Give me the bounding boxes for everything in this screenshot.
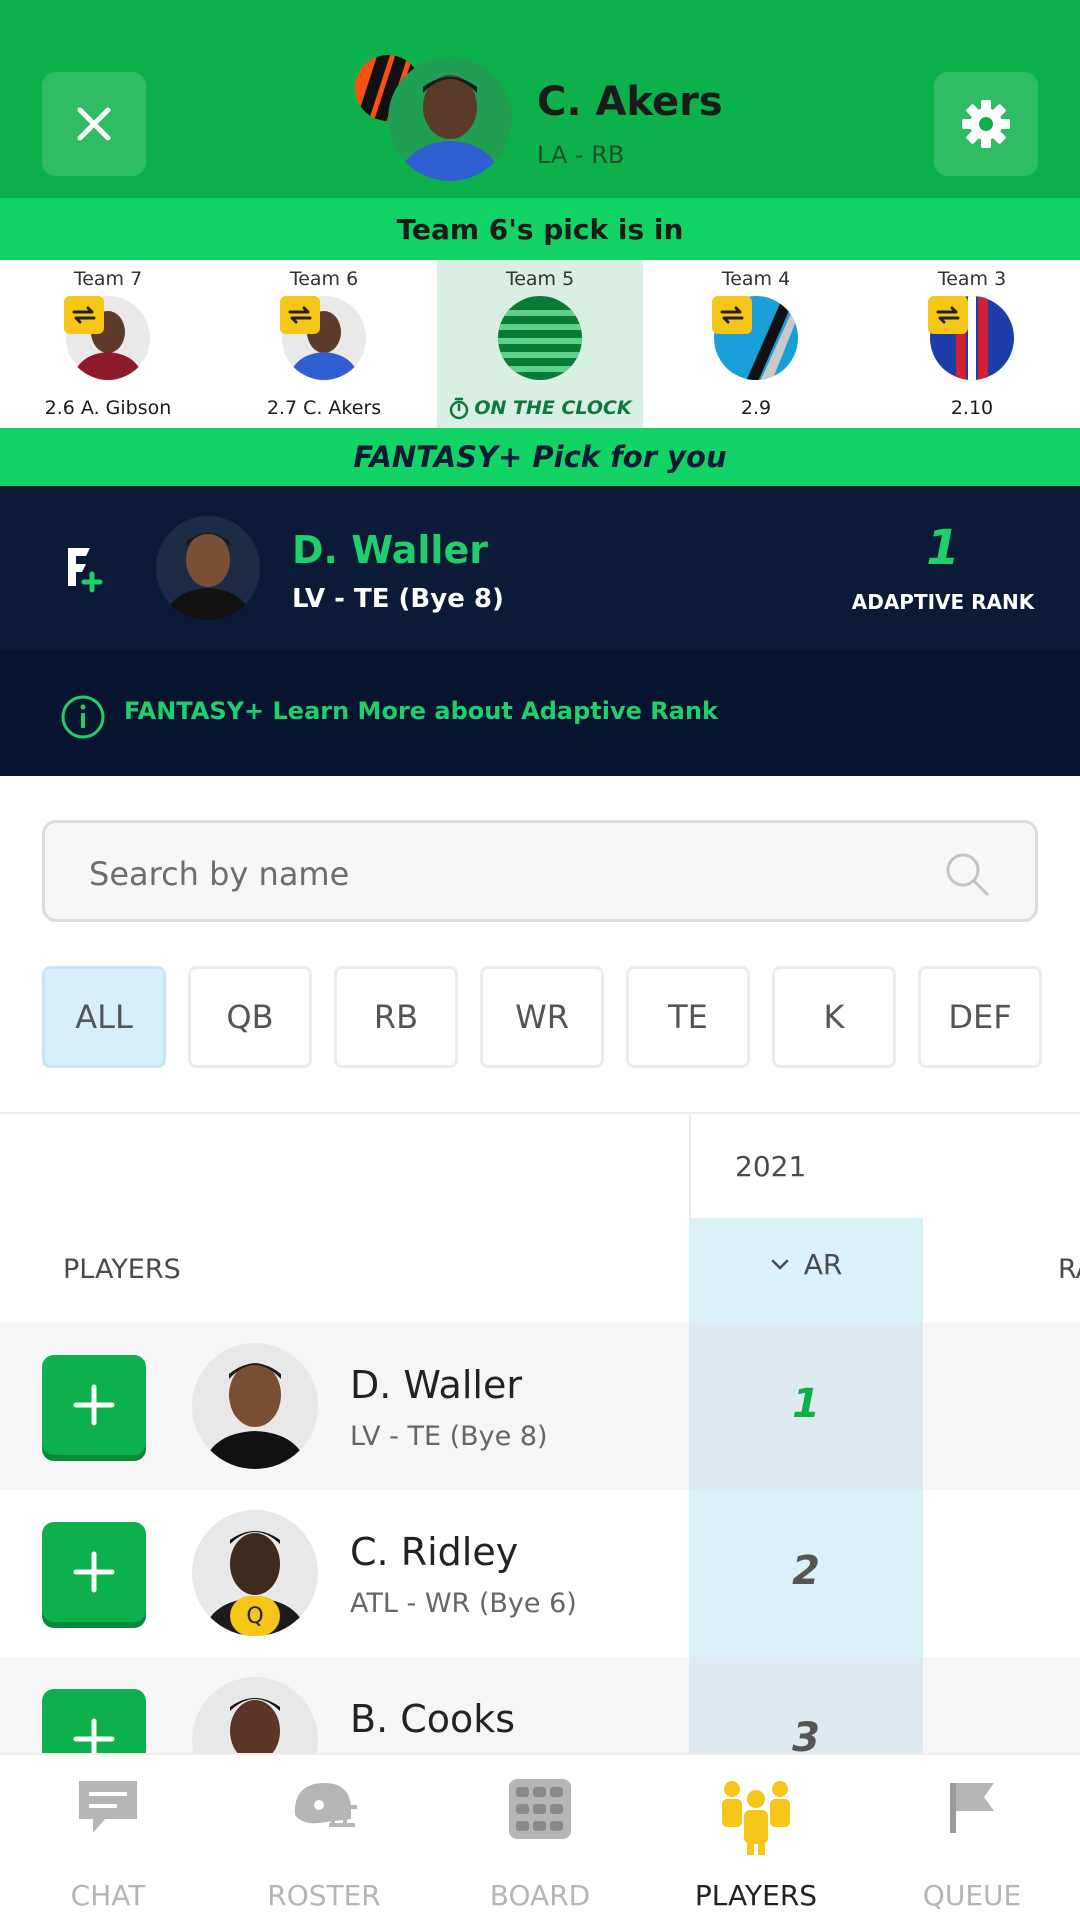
filter-wr[interactable]: WR <box>480 966 604 1068</box>
gear-icon <box>962 100 1010 148</box>
player-name: C. Ridley <box>350 1530 519 1574</box>
table-row[interactable]: B. Cooks 3 <box>0 1657 1080 1753</box>
last-pick-player: C. Akers LA - RB <box>355 55 723 185</box>
filter-te[interactable]: TE <box>626 966 750 1068</box>
questionable-badge: Q <box>230 1596 280 1636</box>
players-icon <box>716 1777 796 1861</box>
player-team-position: LA - RB <box>537 141 625 169</box>
nav-label: PLAYERS <box>694 1879 818 1912</box>
nav-label: ROSTER <box>267 1879 381 1912</box>
nav-queue[interactable]: QUEUE <box>864 1755 1080 1920</box>
draft-player-button[interactable] <box>42 1689 146 1753</box>
player-name: B. Cooks <box>350 1697 516 1741</box>
plus-icon <box>73 1718 115 1753</box>
fantasy-plus-logo-icon <box>64 544 108 598</box>
chevron-down-icon <box>771 1259 788 1270</box>
bottom-nav: CHAT ROSTER BOARD PLAYERS QUEUE <box>0 1753 1080 1920</box>
recommended-pick-card[interactable]: D. Waller LV - TE (Bye 8) 1 ADAPTIVE RAN… <box>0 486 1080 650</box>
player-team-position: ATL - WR (Bye 6) <box>350 1588 577 1619</box>
close-icon <box>77 107 111 141</box>
draft-slot-team-3[interactable]: Team 3 2.10 <box>864 260 1080 428</box>
player-name: D. Waller <box>350 1363 522 1407</box>
plus-icon <box>73 1384 115 1426</box>
draft-player-button[interactable] <box>42 1522 146 1622</box>
trade-icon <box>64 296 104 334</box>
fantasy-plus-banner: FANTASY+ Pick for you <box>0 428 1080 486</box>
slot-pick-label: 2.6 A. Gibson <box>44 397 172 419</box>
nav-label: BOARD <box>489 1879 591 1912</box>
stopwatch-icon <box>450 397 469 420</box>
learn-more-link[interactable]: FANTASY+ Learn More about Adaptive Rank <box>0 650 1080 776</box>
slot-pick-label: 2.7 C. Akers <box>266 397 382 419</box>
player-adaptive-rank: 3 <box>792 1715 820 1753</box>
ar-column-header[interactable]: AR <box>689 1248 923 1281</box>
close-button[interactable] <box>42 72 146 176</box>
learn-more-label: FANTASY+ Learn More about Adaptive Rank <box>124 697 718 725</box>
slot-pick-label: 2.9 <box>740 397 772 419</box>
info-icon <box>60 694 106 744</box>
on-the-clock-label: ON THE CLOCK <box>474 397 632 419</box>
ar-column-label: AR <box>803 1248 843 1281</box>
plus-icon <box>73 1551 115 1593</box>
filter-qb[interactable]: QB <box>188 966 312 1068</box>
adaptive-rank-label: ADAPTIVE RANK <box>851 590 1035 614</box>
table-row[interactable]: D. Waller LV - TE (Bye 8) 1 <box>0 1323 1080 1490</box>
recommended-player-team-position: LV - TE (Bye 8) <box>292 584 504 614</box>
search-input[interactable]: Search by name <box>42 820 1038 922</box>
board-icon <box>507 1777 573 1845</box>
nav-label: QUEUE <box>922 1879 1022 1912</box>
slot-team-name: Team 3 <box>937 268 1007 290</box>
player-name: C. Akers <box>537 79 723 125</box>
nav-chat[interactable]: CHAT <box>0 1755 216 1920</box>
filter-all[interactable]: ALL <box>42 966 166 1068</box>
filter-k[interactable]: K <box>772 966 896 1068</box>
recommended-player-name: D. Waller <box>292 528 488 572</box>
player-adaptive-rank: 1 <box>792 1381 820 1427</box>
player-adaptive-rank: 2 <box>792 1548 820 1594</box>
filter-rb[interactable]: RB <box>334 966 458 1068</box>
pick-status-banner: Team 6's pick is in <box>0 198 1080 260</box>
chat-icon <box>75 1777 141 1841</box>
slot-team-name: Team 5 <box>505 268 575 290</box>
settings-button[interactable] <box>934 72 1038 176</box>
player-team-position: LV - TE (Bye 8) <box>350 1421 548 1452</box>
flag-icon <box>942 1777 1002 1841</box>
nav-roster[interactable]: ROSTER <box>216 1755 432 1920</box>
table-row[interactable]: Q C. Ridley ATL - WR (Bye 6) 2 <box>0 1490 1080 1657</box>
filter-def[interactable]: DEF <box>918 966 1042 1068</box>
position-filter-bar: ALL QB RB WR TE K DEF <box>42 966 1042 1068</box>
season-label: 2021 <box>735 1150 807 1183</box>
next-column-header[interactable]: RA <box>1058 1254 1080 1285</box>
draft-player-button[interactable] <box>42 1355 146 1455</box>
slot-team-name: Team 4 <box>721 268 791 290</box>
player-avatar <box>192 1677 318 1753</box>
nav-label: CHAT <box>70 1879 146 1912</box>
nav-players[interactable]: PLAYERS <box>648 1755 864 1920</box>
on-the-clock-status: ON THE CLOCK <box>437 396 643 420</box>
search-placeholder: Search by name <box>89 855 350 893</box>
trade-icon <box>712 296 752 334</box>
season-column-group: 2021 <box>689 1114 923 1218</box>
draft-header: C. Akers LA - RB <box>0 0 1080 198</box>
draft-slot-team-6[interactable]: Team 6 2.7 C. Akers <box>216 260 432 428</box>
trade-icon <box>280 296 320 334</box>
player-avatar <box>388 57 512 181</box>
trade-icon <box>928 296 968 334</box>
search-icon[interactable] <box>943 850 991 902</box>
player-avatar <box>192 1343 318 1469</box>
nav-board[interactable]: BOARD <box>432 1755 648 1920</box>
player-avatar <box>156 516 260 620</box>
draft-slot-team-4[interactable]: Team 4 2.9 <box>648 260 864 428</box>
helmet-icon <box>289 1777 359 1841</box>
slot-team-name: Team 7 <box>73 268 143 290</box>
slot-pick-label: 2.10 <box>950 397 994 419</box>
players-column-header: PLAYERS <box>63 1254 181 1285</box>
draft-slot-team-5[interactable]: Team 5 ON THE CLOCK <box>437 260 643 428</box>
team-logo-icon <box>498 296 582 380</box>
draft-slot-team-7[interactable]: Team 7 2.6 A. Gibson <box>0 260 216 428</box>
slot-team-name: Team 6 <box>289 268 359 290</box>
adaptive-rank-value: 1 <box>926 520 960 576</box>
draft-order-carousel[interactable]: Team 7 2.6 A. Gibson Team 6 2.7 C. Akers… <box>0 260 1080 428</box>
